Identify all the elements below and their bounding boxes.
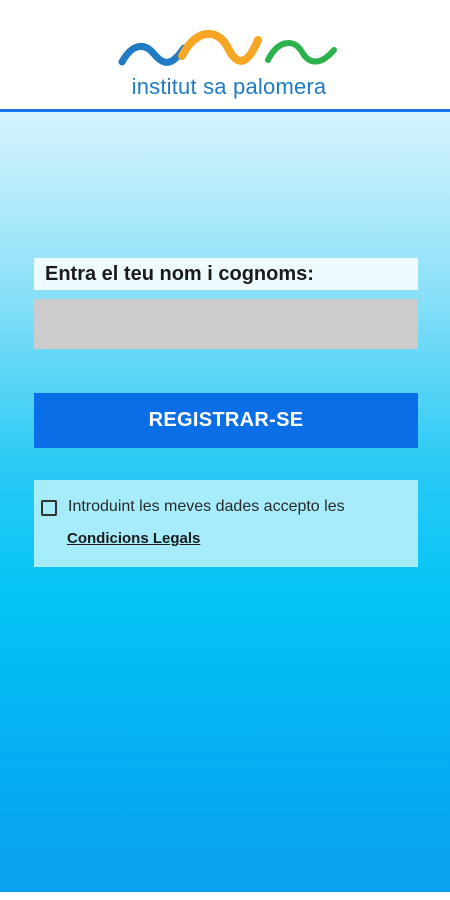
main-content: Entra el teu nom i cognoms: REGISTRAR-SE… xyxy=(0,112,450,892)
terms-checkbox[interactable] xyxy=(41,500,57,516)
app-header: institut sa palomera xyxy=(0,0,450,112)
legal-conditions-link[interactable]: Condicions Legals xyxy=(67,530,200,547)
app-screen: institut sa palomera Entra el teu nom i … xyxy=(0,0,450,900)
name-input[interactable] xyxy=(34,299,418,349)
terms-box: Introduint les meves dades accepto les C… xyxy=(34,480,418,567)
wave-logo-icon xyxy=(118,29,337,66)
name-label: Entra el teu nom i cognoms: xyxy=(34,258,418,290)
school-logo: institut sa palomera xyxy=(118,26,340,102)
logo-text: institut sa palomera xyxy=(131,74,327,99)
bottom-strip xyxy=(0,892,450,900)
terms-text: Introduint les meves dades accepto les xyxy=(68,498,345,515)
register-button[interactable]: REGISTRAR-SE xyxy=(34,393,418,448)
